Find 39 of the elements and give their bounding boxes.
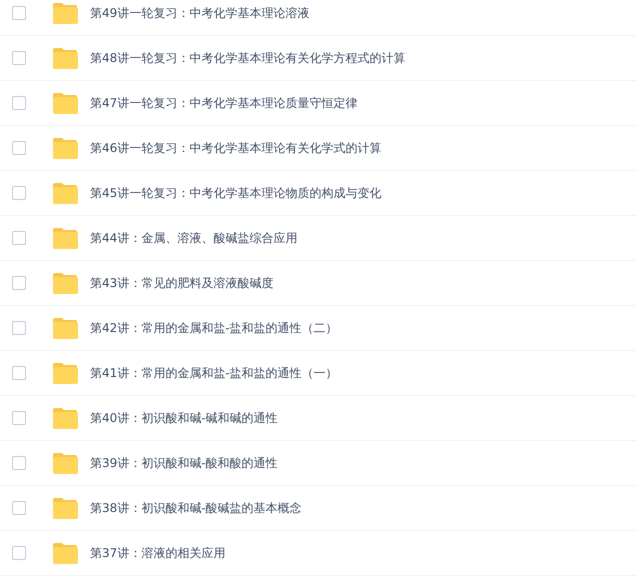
file-name[interactable]: 第44讲：金属、溶液、酸碱盐综合应用 bbox=[90, 229, 298, 247]
file-name[interactable]: 第39讲：初识酸和碱-酸和酸的通性 bbox=[90, 454, 278, 472]
folder-icon bbox=[52, 182, 78, 204]
folder-icon bbox=[52, 272, 78, 294]
folder-icon bbox=[52, 318, 78, 338]
checkbox[interactable] bbox=[12, 501, 26, 515]
checkbox[interactable] bbox=[12, 6, 26, 20]
checkbox[interactable] bbox=[12, 51, 26, 65]
file-name[interactable]: 第41讲：常用的金属和盐-盐和盐的通性（一） bbox=[90, 364, 338, 382]
folder-icon bbox=[52, 362, 78, 384]
file-name[interactable]: 第38讲：初识酸和碱-酸碱盐的基本概念 bbox=[90, 499, 302, 517]
folder-icon bbox=[52, 92, 78, 114]
checkbox[interactable] bbox=[12, 96, 26, 110]
folder-icon bbox=[52, 228, 78, 248]
checkbox[interactable] bbox=[12, 231, 26, 245]
folder-icon bbox=[52, 2, 78, 24]
folder-icon bbox=[52, 452, 78, 474]
file-name[interactable]: 第37讲：溶液的相关应用 bbox=[90, 544, 226, 562]
folder-icon bbox=[52, 138, 78, 158]
checkbox[interactable] bbox=[12, 546, 26, 560]
checkbox[interactable] bbox=[12, 411, 26, 425]
file-name[interactable]: 第46讲一轮复习：中考化学基本理论有关化学式的计算 bbox=[90, 139, 382, 157]
checkbox[interactable] bbox=[12, 321, 26, 335]
checkbox[interactable] bbox=[12, 276, 26, 290]
folder-icon bbox=[52, 542, 78, 564]
file-name[interactable]: 第42讲：常用的金属和盐-盐和盐的通性（二） bbox=[90, 319, 338, 337]
checkbox[interactable] bbox=[12, 186, 26, 200]
file-name[interactable]: 第43讲：常见的肥料及溶液酸碱度 bbox=[90, 274, 274, 292]
folder-icon bbox=[52, 48, 78, 68]
file-name[interactable]: 第48讲一轮复习：中考化学基本理论有关化学方程式的计算 bbox=[90, 49, 406, 67]
checkbox[interactable] bbox=[12, 141, 26, 155]
checkbox[interactable] bbox=[12, 456, 26, 470]
folder-icon bbox=[52, 408, 78, 428]
checkbox[interactable] bbox=[12, 366, 26, 380]
file-name[interactable]: 第47讲一轮复习：中考化学基本理论质量守恒定律 bbox=[90, 94, 358, 112]
folder-icon bbox=[52, 498, 78, 518]
file-name[interactable]: 第45讲一轮复习：中考化学基本理论物质的构成与变化 bbox=[90, 184, 382, 202]
file-name[interactable]: 第49讲一轮复习：中考化学基本理论溶液 bbox=[90, 4, 310, 22]
file-name[interactable]: 第40讲：初识酸和碱-碱和碱的通性 bbox=[90, 409, 278, 427]
